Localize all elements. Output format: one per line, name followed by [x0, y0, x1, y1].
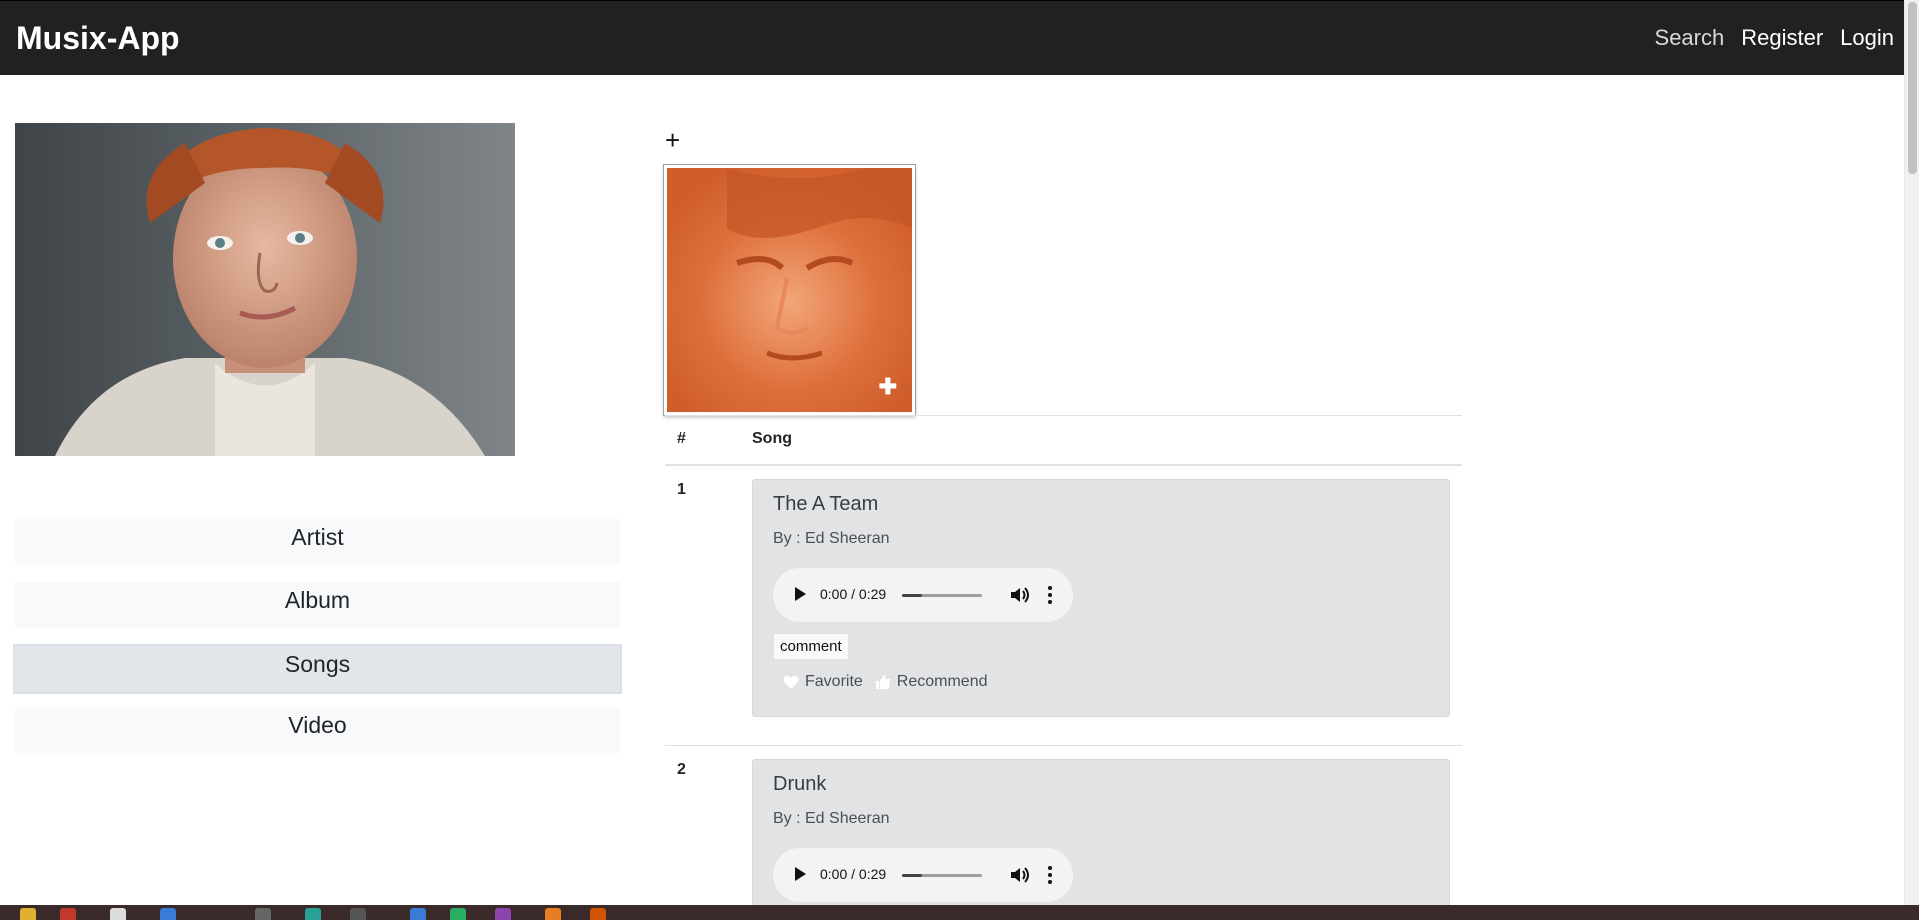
taskbar-app-icon[interactable] [305, 908, 321, 920]
seek-slider[interactable] [902, 874, 982, 877]
taskbar-app-icon[interactable] [590, 908, 606, 920]
comment-button[interactable]: comment [773, 633, 849, 660]
menu-artist[interactable]: Artist [15, 519, 620, 565]
menu-video[interactable]: Video [15, 707, 620, 753]
taskbar-app-icon[interactable] [60, 908, 76, 920]
more-options-icon[interactable] [1047, 865, 1053, 885]
row-number: 1 [677, 481, 686, 498]
song-artist: By : Ed Sheeran [773, 810, 890, 827]
top-navbar: Musix-App Search Register Login [0, 0, 1904, 75]
player-time: 0:00 / 0:29 [820, 866, 887, 882]
taskbar-app-icon[interactable] [545, 908, 561, 920]
page-scrollbar[interactable] [1904, 0, 1919, 905]
artist-photo [15, 123, 515, 456]
taskbar-app-icon[interactable] [495, 908, 511, 920]
column-header-song: Song [752, 430, 792, 447]
row-divider [665, 745, 1462, 746]
song-title: The A Team [773, 493, 879, 515]
favorite-label: Favorite [805, 673, 863, 690]
taskbar-app-icon[interactable] [110, 908, 126, 920]
recommend-button[interactable]: Recommend [875, 673, 988, 691]
app-brand[interactable]: Musix-App [16, 20, 180, 57]
os-taskbar [0, 905, 1919, 920]
audio-player: 0:00 / 0:29 [773, 848, 1073, 902]
nav-login-link[interactable]: Login [1840, 25, 1894, 51]
taskbar-app-icon[interactable] [350, 908, 366, 920]
song-card: Drunk By : Ed Sheeran 0:00 / 0:29 [752, 759, 1450, 909]
song-title: Drunk [773, 773, 827, 795]
recommend-label: Recommend [896, 673, 988, 690]
more-options-icon[interactable] [1047, 585, 1053, 605]
favorite-button[interactable]: Favorite [783, 673, 863, 691]
taskbar-app-icon[interactable] [450, 908, 466, 920]
seek-progress [902, 874, 922, 877]
seek-slider[interactable] [902, 594, 982, 597]
album-plus-icon: ✚ [878, 374, 897, 399]
play-icon[interactable] [795, 587, 806, 601]
taskbar-app-icon[interactable] [160, 908, 176, 920]
menu-songs[interactable]: Songs [13, 644, 622, 694]
column-header-number: # [677, 430, 686, 447]
audio-player: 0:00 / 0:29 [773, 568, 1073, 622]
seek-progress [902, 594, 922, 597]
play-icon[interactable] [795, 867, 806, 881]
taskbar-app-icon[interactable] [255, 908, 271, 920]
taskbar-app-icon[interactable] [410, 908, 426, 920]
scrollbar-thumb[interactable] [1908, 2, 1917, 174]
player-time: 0:00 / 0:29 [820, 586, 887, 602]
thumbs-up-icon [875, 675, 890, 689]
album-cover[interactable]: ✚ [664, 165, 915, 415]
table-header-border [665, 464, 1462, 466]
nav-register-link[interactable]: Register [1741, 25, 1823, 51]
nav-links: Search Register Login [1655, 25, 1894, 51]
menu-album[interactable]: Album [15, 582, 620, 628]
nav-search-link[interactable]: Search [1655, 25, 1725, 51]
volume-icon[interactable] [1008, 584, 1030, 606]
song-card: The A Team By : Ed Sheeran 0:00 / 0:29 c… [752, 479, 1450, 717]
song-artist: By : Ed Sheeran [773, 530, 890, 547]
row-number: 2 [677, 761, 686, 778]
taskbar-app-icon[interactable] [20, 908, 36, 920]
add-toggle-button[interactable]: + [665, 125, 680, 156]
song-actions: Favorite Recommend [783, 673, 988, 691]
heart-icon [783, 675, 799, 689]
volume-icon[interactable] [1008, 864, 1030, 886]
table-top-border [665, 415, 1462, 416]
